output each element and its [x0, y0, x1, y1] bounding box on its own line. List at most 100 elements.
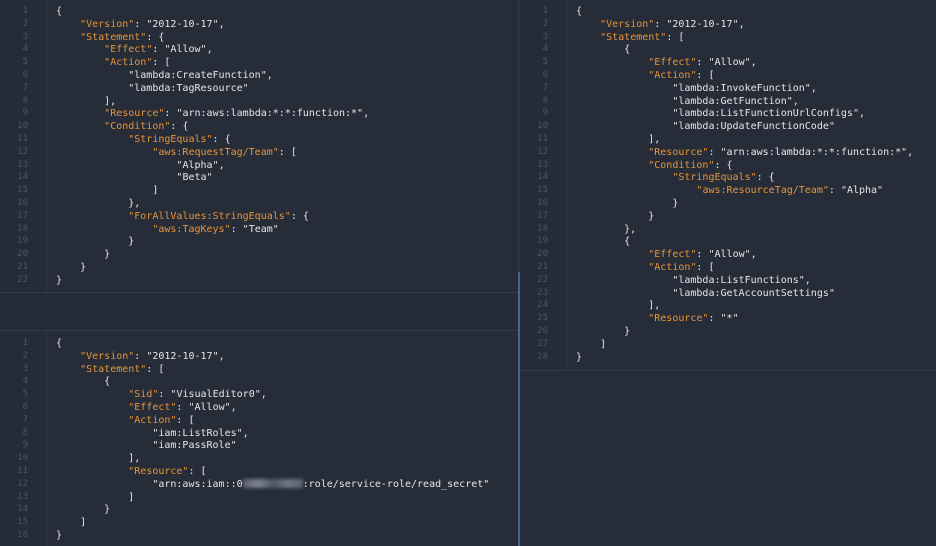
editor-pane-bottom-left[interactable]: 1{2 "Version": "2012-10-17", 3 "Statement…	[0, 332, 518, 546]
code-line[interactable]: 3 "Statement": {	[0, 31, 518, 44]
code-line[interactable]: 8 ],	[0, 95, 518, 108]
code-line[interactable]: 16 }	[520, 197, 936, 210]
code-text: {	[576, 6, 583, 17]
code-line[interactable]: 26 }	[520, 325, 936, 338]
code-line[interactable]: 20 }	[0, 248, 518, 261]
code-line[interactable]: 27 ]	[520, 338, 936, 351]
code-line[interactable]: 5 "Action": [	[0, 56, 518, 69]
code-line[interactable]: 21 "Action": [	[520, 261, 936, 274]
pane-divider[interactable]	[0, 330, 518, 331]
code-text: "Statement": [	[600, 31, 685, 43]
code-line[interactable]: 15 "aws:ResourceTag/Team": "Alpha"	[520, 184, 936, 197]
code-line[interactable]: 9 "lambda:ListFunctionUrlConfigs",	[520, 107, 936, 120]
code-line[interactable]: 5 "Effect": "Allow",	[520, 56, 936, 69]
code-line[interactable]: 28}	[520, 351, 936, 364]
code-text: "Action": [	[128, 414, 195, 426]
code-line[interactable]: 21 }	[0, 261, 518, 274]
code-text: }	[576, 326, 631, 337]
code-line[interactable]: 4 "Effect": "Allow",	[0, 43, 518, 56]
code-text: "Condition": {	[104, 121, 189, 133]
code-line[interactable]: 11 "StringEquals": {	[0, 133, 518, 146]
code-line[interactable]: 1{	[0, 337, 518, 350]
line-number: 17	[17, 210, 28, 221]
code-line[interactable]: 20 "Effect": "Allow",	[520, 248, 936, 261]
code-line[interactable]: 10 "Condition": {	[0, 120, 518, 133]
code-text: "lambda:CreateFunction",	[128, 70, 273, 81]
code-text: },	[56, 198, 141, 209]
code-text: ]	[56, 491, 135, 503]
code-text: ],	[56, 453, 141, 465]
code-text: "Resource": "*"	[648, 313, 739, 325]
code-line[interactable]: 10 "lambda:UpdateFunctionCode"	[520, 120, 936, 133]
code-line[interactable]: 4 {	[520, 43, 936, 56]
code-line[interactable]: 4 {	[0, 375, 518, 388]
line-number: 26	[537, 326, 548, 336]
code-line[interactable]: 24 ],	[520, 299, 936, 312]
code-line[interactable]: 12 "Resource": "arn:aws:lambda:*:*:funct…	[520, 146, 936, 159]
code-line[interactable]: 2 "Version": "2012-10-17",	[0, 350, 518, 363]
code-text: "Statement": [	[80, 363, 165, 375]
code-line[interactable]: 15 ]	[0, 516, 518, 529]
code-line[interactable]: 7 "Action": [	[0, 414, 518, 427]
editor-pane-top-left[interactable]: 1{2 "Version": "2012-10-17", 3 "Statement…	[0, 0, 518, 292]
code-text: "aws:ResourceTag/Team": "Alpha"	[696, 185, 884, 197]
code-line[interactable]: 18 },	[520, 223, 936, 236]
line-number: 7	[542, 82, 548, 93]
code-line[interactable]: 2 "Version": "2012-10-17",	[0, 18, 518, 31]
code-line[interactable]: 1{	[520, 5, 936, 18]
code-line[interactable]: 19 {	[520, 235, 936, 248]
code-line[interactable]: 11 "Resource": [	[0, 465, 518, 478]
code-text: "aws:TagKeys": "Team"	[152, 223, 279, 235]
code-line[interactable]: 12 "aws:RequestTag/Team": [	[0, 146, 518, 159]
code-text: "aws:RequestTag/Team": [	[152, 146, 297, 158]
code-text: }	[56, 274, 63, 286]
code-line[interactable]: 14 "Beta"	[0, 171, 518, 184]
line-number: 13	[537, 159, 548, 170]
code-line[interactable]: 12 "arn:aws:iam::0:role/service-role/rea…	[0, 478, 518, 491]
code-line[interactable]: 6 "Action": [	[520, 69, 936, 82]
empty-editor-area[interactable]	[520, 371, 936, 546]
code-line[interactable]: 13 "Alpha",	[0, 159, 518, 172]
code-line[interactable]: 6 "lambda:CreateFunction",	[0, 69, 518, 82]
code-text: }	[576, 198, 679, 209]
line-number: 4	[22, 376, 28, 387]
code-line[interactable]: 23 "lambda:GetAccountSettings"	[520, 287, 936, 300]
code-line[interactable]: 6 "Effect": "Allow",	[0, 401, 518, 414]
code-line[interactable]: 16}	[0, 529, 518, 542]
code-line[interactable]: 9 "Resource": "arn:aws:lambda:*:*:functi…	[0, 107, 518, 120]
code-line[interactable]: 13 ]	[0, 491, 518, 504]
code-line[interactable]: 8 "iam:ListRoles",	[0, 427, 518, 440]
code-text: "Effect": "Allow",	[648, 249, 757, 261]
code-line[interactable]: 3 "Statement": [	[520, 31, 936, 44]
code-line[interactable]: 1{	[0, 5, 518, 18]
code-line[interactable]: 17 "ForAllValues:StringEquals": {	[0, 210, 518, 223]
code-line[interactable]: 18 "aws:TagKeys": "Team"	[0, 223, 518, 236]
code-line[interactable]: 8 "lambda:GetFunction",	[520, 95, 936, 108]
code-line[interactable]: 22}	[0, 274, 518, 287]
code-text: "StringEquals": {	[128, 134, 231, 145]
code-line[interactable]: 7 "lambda:InvokeFunction",	[520, 82, 936, 95]
code-line[interactable]: 17 }	[520, 210, 936, 223]
code-line[interactable]: 2 "Version": "2012-10-17",	[520, 18, 936, 31]
line-number: 3	[22, 363, 28, 374]
code-line[interactable]: 11 ],	[520, 133, 936, 146]
code-line[interactable]: 5 "Sid": "VisualEditor0",	[0, 388, 518, 401]
editor-pane-right[interactable]: 1{2 "Version": "2012-10-17", 3 "Statement…	[520, 0, 936, 370]
line-number: 19	[17, 236, 28, 247]
code-line[interactable]: 13 "Condition": {	[520, 159, 936, 172]
code-line[interactable]: 14 "StringEquals": {	[520, 171, 936, 184]
code-line[interactable]: 7 "lambda:TagResource"	[0, 82, 518, 95]
code-line[interactable]: 19 }	[0, 235, 518, 248]
code-line[interactable]: 3 "Statement": [	[0, 363, 518, 376]
code-line[interactable]: 25 "Resource": "*"	[520, 312, 936, 325]
line-number: 13	[17, 159, 28, 170]
code-line[interactable]: 22 "lambda:ListFunctions",	[520, 274, 936, 287]
code-line[interactable]: 10 ],	[0, 452, 518, 465]
code-line[interactable]: 15 ]	[0, 184, 518, 197]
line-number: 6	[22, 70, 28, 80]
code-line[interactable]: 16 },	[0, 197, 518, 210]
code-line[interactable]: 9 "iam:PassRole"	[0, 439, 518, 452]
code-text: "ForAllValues:StringEquals": {	[128, 210, 309, 222]
code-line[interactable]: 14 }	[0, 503, 518, 516]
vertical-split-divider-active[interactable]	[518, 272, 520, 546]
